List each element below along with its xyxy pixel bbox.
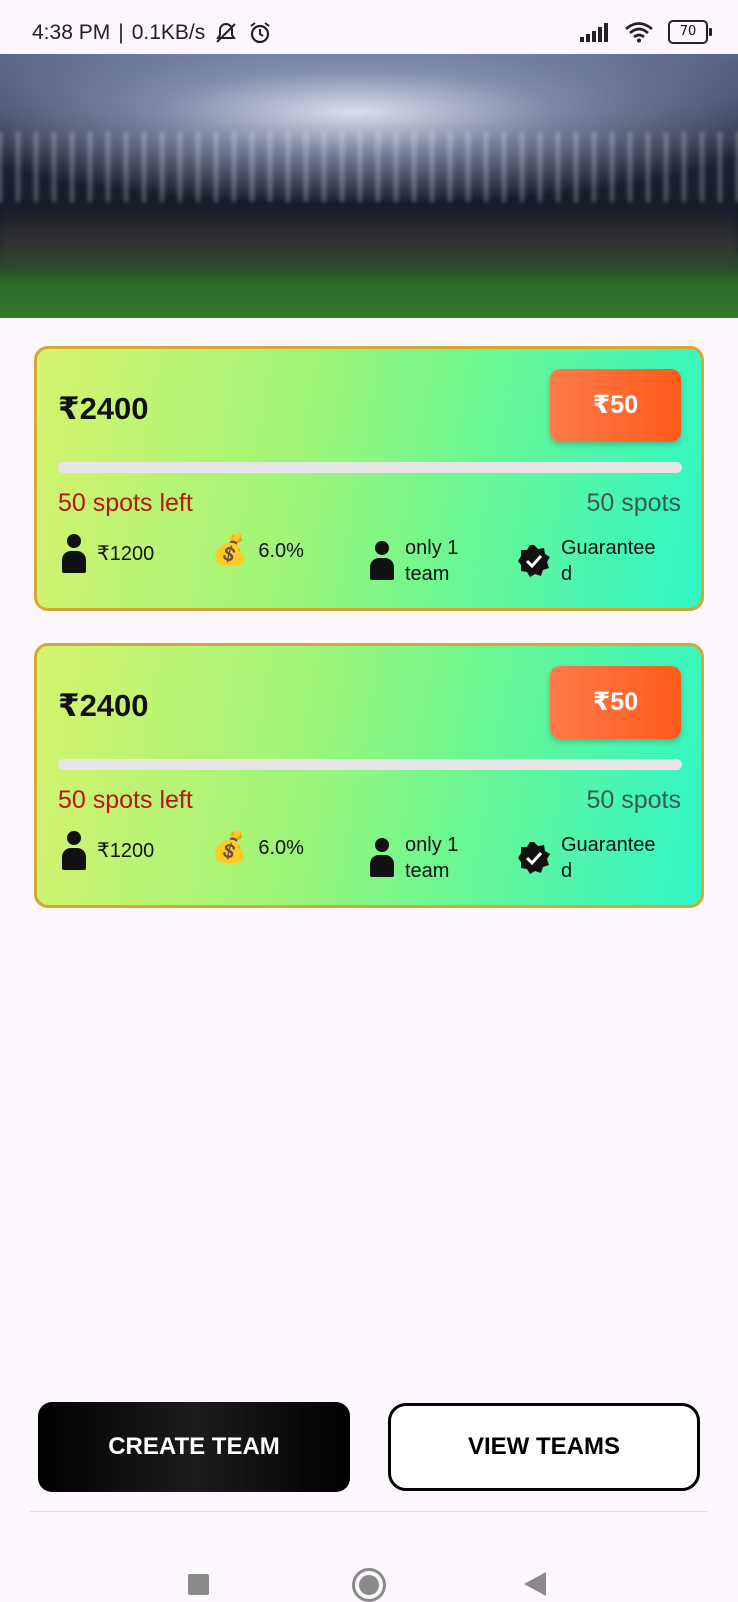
create-team-button[interactable]: CREATE TEAM [38, 1402, 350, 1492]
first-prize-stat: ₹1200 [61, 534, 154, 574]
verified-badge-icon [518, 842, 550, 874]
status-right: 70 [580, 20, 712, 44]
team-limit-stat: only 1 team [369, 832, 475, 884]
spots-left: 50 spots left [58, 489, 193, 517]
view-teams-button[interactable]: VIEW TEAMS [388, 1403, 700, 1491]
entry-fee-button[interactable]: ₹50 [550, 666, 681, 739]
first-prize-value: ₹1200 [97, 543, 155, 565]
contest-card[interactable]: ₹2400 ₹50 50 spots left 50 spots ₹1200 💰… [34, 346, 704, 611]
winners-stat: 💰 6.0% [211, 534, 304, 568]
prize-pool: ₹2400 [58, 391, 149, 426]
recents-square-icon[interactable] [188, 1574, 209, 1595]
spots-left: 50 spots left [58, 786, 193, 814]
money-bag-icon: 💰 [211, 534, 249, 567]
guaranteed-stat: Guaranteed [517, 832, 665, 884]
spots-progress-bar [58, 759, 682, 770]
person-icon [61, 534, 87, 574]
status-left: 4:38 PM | 0.1KB/s [32, 20, 273, 46]
contest-card[interactable]: ₹2400 ₹50 50 spots left 50 spots ₹1200 💰… [34, 643, 704, 908]
guaranteed-label: Guaranteed [561, 834, 656, 882]
team-limit-text: only 1 team [405, 537, 459, 585]
status-network-speed: 0.1KB/s [131, 21, 206, 44]
alarm-icon [250, 22, 270, 44]
total-spots: 50 spots [586, 489, 681, 517]
prize-pool: ₹2400 [58, 688, 149, 723]
team-limit-text: only 1 team [405, 834, 459, 882]
first-prize-value: ₹1200 [97, 840, 155, 862]
spots-progress-bar [58, 462, 682, 473]
money-bag-icon: 💰 [211, 831, 249, 864]
first-prize-stat: ₹1200 [61, 831, 154, 871]
bell-muted-icon [216, 22, 237, 43]
status-bar: 4:38 PM | 0.1KB/s 70 [0, 0, 738, 54]
team-limit-stat: only 1 team [369, 535, 475, 587]
winners-percentage: 6.0% [258, 540, 304, 562]
status-time: 4:38 PM [32, 21, 111, 44]
wifi-icon [625, 22, 653, 43]
guaranteed-label: Guaranteed [561, 537, 656, 585]
winners-percentage: 6.0% [258, 837, 304, 859]
back-triangle-icon[interactable] [524, 1572, 546, 1596]
person-icon [369, 541, 395, 581]
entry-fee-button[interactable]: ₹50 [550, 369, 681, 442]
home-circle-icon[interactable] [352, 1568, 386, 1602]
battery-icon: 70 [668, 20, 712, 44]
person-icon [369, 838, 395, 878]
person-icon [61, 831, 87, 871]
winners-stat: 💰 6.0% [211, 831, 304, 865]
guaranteed-stat: Guaranteed [517, 535, 665, 587]
total-spots: 50 spots [586, 786, 681, 814]
stadium-banner [0, 54, 738, 318]
signal-icon [580, 23, 608, 42]
verified-badge-icon [518, 545, 550, 577]
